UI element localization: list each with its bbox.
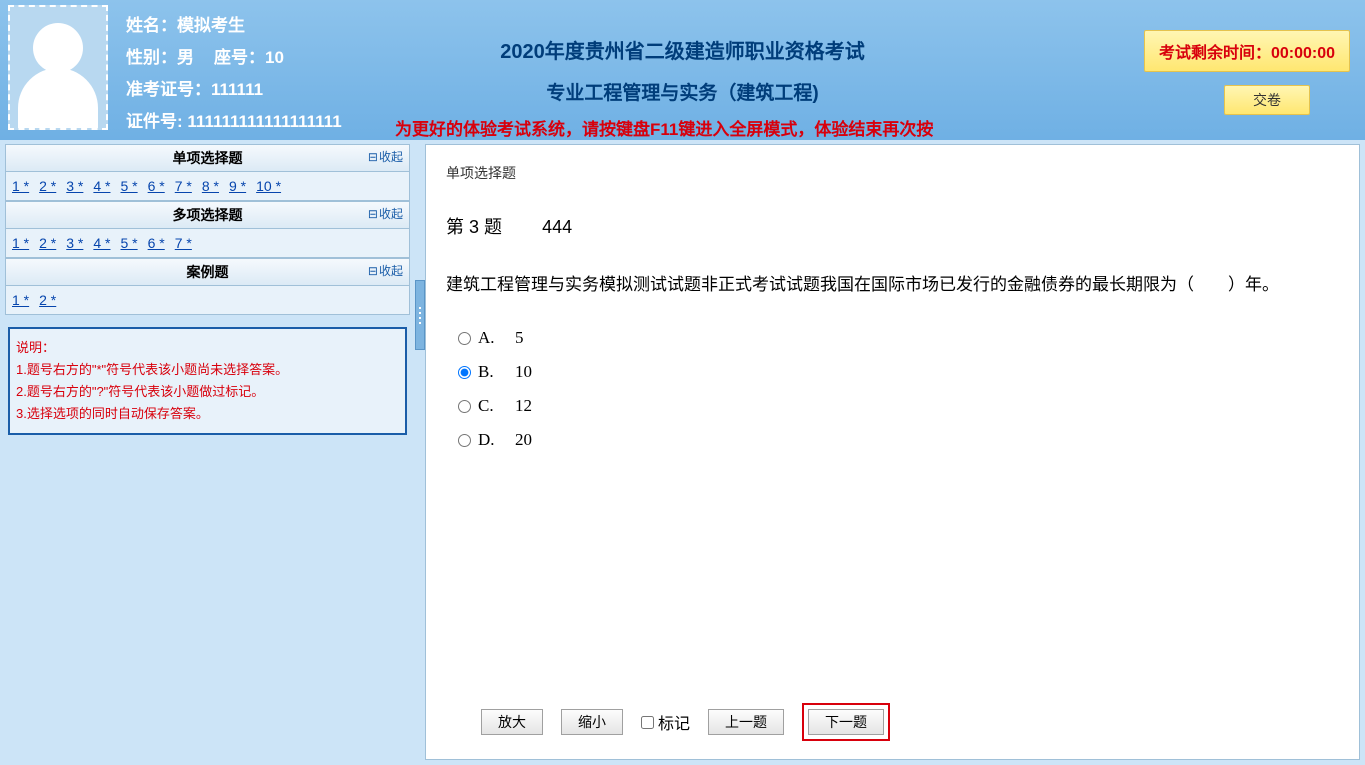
option-text: 20	[515, 423, 532, 457]
instructions-line2: 2.题号右方的"?"符号代表该小题做过标记。	[16, 381, 399, 403]
bottom-controls: 放大 缩小 标记 上一题 下一题	[446, 691, 1339, 741]
zoom-out-button[interactable]: 缩小	[561, 709, 623, 735]
exam-header: 姓名：模拟考生 性别：男 座号：10 准考证号：111111 证件号: 1111…	[0, 0, 1365, 140]
submit-exam-button[interactable]: 交卷	[1224, 85, 1310, 115]
question-content-area: 单项选择题 第 3 题 444 建筑工程管理与实务模拟测试试题非正式考试试题我国…	[425, 144, 1360, 760]
mark-checkbox-wrapper[interactable]: 标记	[641, 710, 690, 734]
timer-value: 00:00:00	[1271, 45, 1335, 62]
multi-nav-link-2[interactable]: 2 *	[39, 235, 56, 251]
option-text: 5	[515, 321, 524, 355]
zoom-in-button[interactable]: 放大	[481, 709, 543, 735]
single-nav-link-3[interactable]: 3 *	[66, 178, 83, 194]
exam-title: 2020年度贵州省二级建造师职业资格考试 专业工程管理与实务（建筑工程)	[500, 35, 865, 105]
multi-nav-link-5[interactable]: 5 *	[121, 235, 138, 251]
candidate-photo-placeholder	[8, 5, 108, 130]
gender-label: 性别：	[126, 48, 177, 67]
question-text: 建筑工程管理与实务模拟测试试题非正式考试试题我国在国际市场已发行的金融债券的最长…	[446, 269, 1339, 301]
next-button-highlight: 下一题	[802, 703, 890, 741]
option-text: 10	[515, 355, 532, 389]
single-nav-link-1[interactable]: 1 *	[12, 178, 29, 194]
id-label: 证件号:	[126, 112, 183, 131]
question-code: 444	[542, 217, 572, 237]
mark-label: 标记	[658, 710, 690, 734]
instructions-box: 说明： 1.题号右方的"*"符号代表该小题尚未选择答案。 2.题号右方的"?"符…	[8, 327, 407, 435]
multi-nav-link-4[interactable]: 4 *	[93, 235, 110, 251]
option-label: A.	[478, 321, 510, 355]
option-radio-C[interactable]	[458, 400, 471, 413]
single-nav-link-8[interactable]: 8 *	[202, 178, 219, 194]
panel-splitter[interactable]	[415, 140, 425, 765]
name-value: 模拟考生	[177, 16, 245, 35]
prev-question-button[interactable]: 上一题	[708, 709, 784, 735]
option-label: D.	[478, 423, 510, 457]
single-choice-title: 单项选择题	[173, 150, 243, 166]
option-row-D[interactable]: D.20	[458, 423, 1339, 457]
option-row-B[interactable]: B.10	[458, 355, 1339, 389]
single-choice-section: 单项选择题 收起 1 * 2 * 3 * 4 * 5 * 6 * 7 * 8 * 9 * 10 *	[5, 144, 410, 201]
case-nav-link-1[interactable]: 1 *	[12, 292, 29, 308]
splitter-handle-icon	[415, 280, 425, 350]
case-nav-link-2[interactable]: 2 *	[39, 292, 56, 308]
multi-nav-link-7[interactable]: 7 *	[175, 235, 192, 251]
option-radio-D[interactable]	[458, 434, 471, 447]
seat-value: 10	[265, 48, 284, 67]
name-label: 姓名：	[126, 16, 177, 35]
multi-nav-link-1[interactable]: 1 *	[12, 235, 29, 251]
gender-value: 男	[177, 48, 194, 67]
case-section: 案例题 收起 1 * 2 *	[5, 258, 410, 315]
single-nav-link-10[interactable]: 10 *	[256, 178, 281, 194]
single-nav-link-4[interactable]: 4 *	[93, 178, 110, 194]
candidate-info: 姓名：模拟考生 性别：男 座号：10 准考证号：111111 证件号: 1111…	[108, 5, 342, 140]
option-radio-A[interactable]	[458, 332, 471, 345]
instructions-title: 说明：	[16, 337, 399, 359]
id-value: 111111111111111111	[187, 112, 341, 131]
collapse-multi-button[interactable]: 收起	[368, 205, 403, 222]
single-nav-link-6[interactable]: 6 *	[148, 178, 165, 194]
multi-choice-section: 多项选择题 收起 1 * 2 * 3 * 4 * 5 * 6 * 7 *	[5, 201, 410, 258]
option-row-A[interactable]: A.5	[458, 321, 1339, 355]
option-radio-B[interactable]	[458, 366, 471, 379]
collapse-single-button[interactable]: 收起	[368, 148, 403, 165]
option-label: B.	[478, 355, 510, 389]
fullscreen-notice: 为更好的体验考试系统，请按键盘F11键进入全屏模式，体验结束再次按	[395, 115, 933, 140]
exam-title-line1: 2020年度贵州省二级建造师职业资格考试	[500, 35, 865, 64]
single-nav-link-7[interactable]: 7 *	[175, 178, 192, 194]
single-nav-link-2[interactable]: 2 *	[39, 178, 56, 194]
admission-value: 111111	[211, 80, 263, 99]
multi-nav-link-3[interactable]: 3 *	[66, 235, 83, 251]
collapse-case-button[interactable]: 收起	[368, 262, 403, 279]
timer-box: 考试剩余时间：00:00:00	[1144, 30, 1350, 72]
mark-checkbox[interactable]	[641, 716, 654, 729]
instructions-line3: 3.选择选项的同时自动保存答案。	[16, 403, 399, 425]
next-question-button[interactable]: 下一题	[808, 709, 884, 735]
question-type-label: 单项选择题	[446, 163, 1339, 183]
option-label: C.	[478, 389, 510, 423]
multi-nav-link-6[interactable]: 6 *	[148, 235, 165, 251]
option-text: 12	[515, 389, 532, 423]
admission-label: 准考证号：	[126, 80, 211, 99]
question-navigator-sidebar: 单项选择题 收起 1 * 2 * 3 * 4 * 5 * 6 * 7 * 8 * 9 * 10 *…	[0, 140, 415, 765]
question-header: 第 3 题 444	[446, 213, 1339, 239]
case-title: 案例题	[187, 264, 229, 280]
option-row-C[interactable]: C.12	[458, 389, 1339, 423]
instructions-line1: 1.题号右方的"*"符号代表该小题尚未选择答案。	[16, 359, 399, 381]
seat-label: 座号：	[214, 48, 265, 67]
options-container: A.5B.10C.12D.20	[446, 321, 1339, 457]
multi-choice-title: 多项选择题	[173, 207, 243, 223]
single-nav-link-9[interactable]: 9 *	[229, 178, 246, 194]
single-nav-link-5[interactable]: 5 *	[121, 178, 138, 194]
timer-label: 考试剩余时间：	[1159, 45, 1271, 62]
exam-title-line2: 专业工程管理与实务（建筑工程)	[500, 78, 865, 105]
